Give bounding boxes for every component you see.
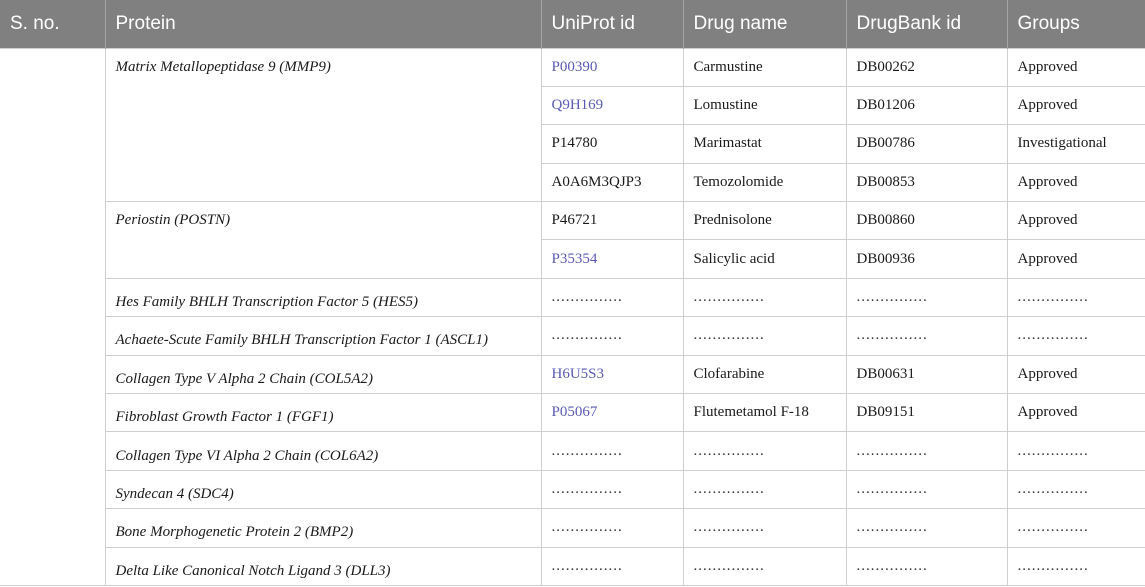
drug-name-cell: ............... [682, 469, 847, 510]
table-row: Achaete-Scute Family BHLH Transcription … [0, 316, 1145, 356]
uniprot-id-link[interactable]: H6U5S3 [540, 354, 684, 395]
protein-cell: Syndecan 4 (SDC4) [104, 469, 542, 510]
groups-cell: Approved [1006, 85, 1145, 126]
drugbank-id-cell: ............... [845, 546, 1008, 586]
drug-name-cell: ............... [682, 431, 847, 471]
groups-cell: Approved [1006, 354, 1145, 395]
uniprot-id-cell: ............... [540, 431, 684, 471]
protein-cell: Matrix Metallopeptidase 9 (MMP9) [104, 47, 542, 203]
drugbank-id-cell: DB09151 [845, 393, 1008, 433]
uniprot-id-cell: ............... [540, 508, 684, 548]
table-row: Bone Morphogenetic Protein 2 (BMP2).....… [0, 508, 1145, 548]
drug-name-cell: ............... [682, 508, 847, 548]
uniprot-id-cell: ............... [540, 546, 684, 586]
uniprot-id-link[interactable]: P00390 [540, 47, 684, 87]
groups-cell: Investigational [1006, 124, 1145, 164]
drugbank-id-cell: ............... [845, 431, 1008, 471]
uniprot-id-cell: P14780 [540, 124, 684, 164]
drugbank-id-cell: DB00860 [845, 201, 1008, 241]
groups-cell: ............... [1006, 431, 1145, 471]
drug-name-cell: Clofarabine [682, 354, 847, 395]
drugbank-id-cell: DB00262 [845, 47, 1008, 87]
drug-name-cell: ............... [682, 316, 847, 356]
protein-cell: Hes Family BHLH Transcription Factor 5 (… [104, 277, 542, 318]
uniprot-id-cell: P46721 [540, 201, 684, 241]
table-header: S. no. Protein UniProt id Drug name Drug… [0, 0, 1145, 48]
groups-cell: ............... [1006, 316, 1145, 356]
uniprot-id-cell: ............... [540, 277, 684, 318]
table-row: Collagen Type V Alpha 2 Chain (COL5A2) H6… [0, 354, 1145, 395]
protein-cell: Collagen Type V Alpha 2 Chain (COL5A2) [104, 354, 542, 395]
table-row: Delta Like Canonical Notch Ligand 3 (DLL… [0, 546, 1145, 586]
header-drugbank-id: DrugBank id [846, 0, 1008, 48]
protein-cell: Periostin (POSTN) [104, 201, 542, 279]
protein-cell: Achaete-Scute Family BHLH Transcription … [104, 316, 542, 356]
drugbank-id-cell: DB01206 [845, 85, 1008, 126]
uniprot-id-cell: A0A6M3QJP3 [540, 162, 684, 203]
uniprot-id-link[interactable]: Q9H169 [540, 85, 684, 126]
header-groups: Groups [1007, 0, 1145, 48]
protein-cell: Collagen Type VI Alpha 2 Chain (COL6A2) [104, 431, 542, 471]
protein-cell: Fibroblast Growth Factor 1 (FGF1) [104, 393, 542, 433]
drug-name-cell: Lomustine [682, 85, 847, 126]
sno-cell [0, 47, 106, 586]
drug-target-table: S. no. Protein UniProt id Drug name Drug… [0, 0, 1145, 586]
groups-cell: Approved [1006, 239, 1145, 279]
header-uniprot-id: UniProt id [541, 0, 684, 48]
drugbank-id-cell: ............... [845, 469, 1008, 510]
drugbank-id-cell: DB00853 [845, 162, 1008, 203]
drug-name-cell: ............... [682, 546, 847, 586]
header-drug-name: Drug name [683, 0, 847, 48]
groups-cell: ............... [1006, 277, 1145, 318]
table-body: Matrix Metallopeptidase 9 (MMP9) P00390 Ca… [0, 47, 1145, 586]
drug-name-cell: ............... [682, 277, 847, 318]
groups-cell: ............... [1006, 508, 1145, 548]
table-row: Hes Family BHLH Transcription Factor 5 (… [0, 277, 1145, 318]
drugbank-id-cell: ............... [845, 508, 1008, 548]
protein-cell: Delta Like Canonical Notch Ligand 3 (DLL… [104, 546, 542, 586]
table-row: Collagen Type VI Alpha 2 Chain (COL6A2).… [0, 431, 1145, 471]
groups-cell: Approved [1006, 201, 1145, 241]
drug-name-cell: Marimastat [682, 124, 847, 164]
drug-name-cell: Prednisolone [682, 201, 847, 241]
drugbank-id-cell: ............... [845, 316, 1008, 356]
uniprot-id-cell: ............... [540, 469, 684, 510]
drug-name-cell: Flutemetamol F-18 [682, 393, 847, 433]
table-row: Periostin (POSTN) P46721 Prednisolone DB008… [0, 201, 1145, 279]
groups-cell: ............... [1006, 546, 1145, 586]
table-row: Matrix Metallopeptidase 9 (MMP9) P00390 Ca… [0, 47, 1145, 586]
drug-name-cell: Temozolomide [682, 162, 847, 203]
drug-name-cell: Salicylic acid [682, 239, 847, 279]
uniprot-id-cell: ............... [540, 316, 684, 356]
groups-cell: Approved [1006, 162, 1145, 203]
drug-name-cell: Carmustine [682, 47, 847, 87]
drugbank-id-cell: ............... [845, 277, 1008, 318]
drugbank-id-cell: DB00936 [845, 239, 1008, 279]
protein-cell: Bone Morphogenetic Protein 2 (BMP2) [104, 508, 542, 548]
header-sno: S. no. [0, 0, 106, 48]
groups-cell: ............... [1006, 469, 1145, 510]
uniprot-id-link[interactable]: P05067 [540, 393, 684, 433]
table-row: Syndecan 4 (SDC4).......................… [0, 469, 1145, 510]
table-row: Fibroblast Growth Factor 1 (FGF1) P05067 F… [0, 393, 1145, 433]
groups-cell: Approved [1006, 393, 1145, 433]
header-row: S. no. Protein UniProt id Drug name Drug… [0, 0, 1145, 48]
uniprot-id-link[interactable]: P35354 [540, 239, 684, 279]
drugbank-id-cell: DB00786 [845, 124, 1008, 164]
header-protein: Protein [105, 0, 542, 48]
groups-cell: Approved [1006, 47, 1145, 87]
drugbank-id-cell: DB00631 [845, 354, 1008, 395]
